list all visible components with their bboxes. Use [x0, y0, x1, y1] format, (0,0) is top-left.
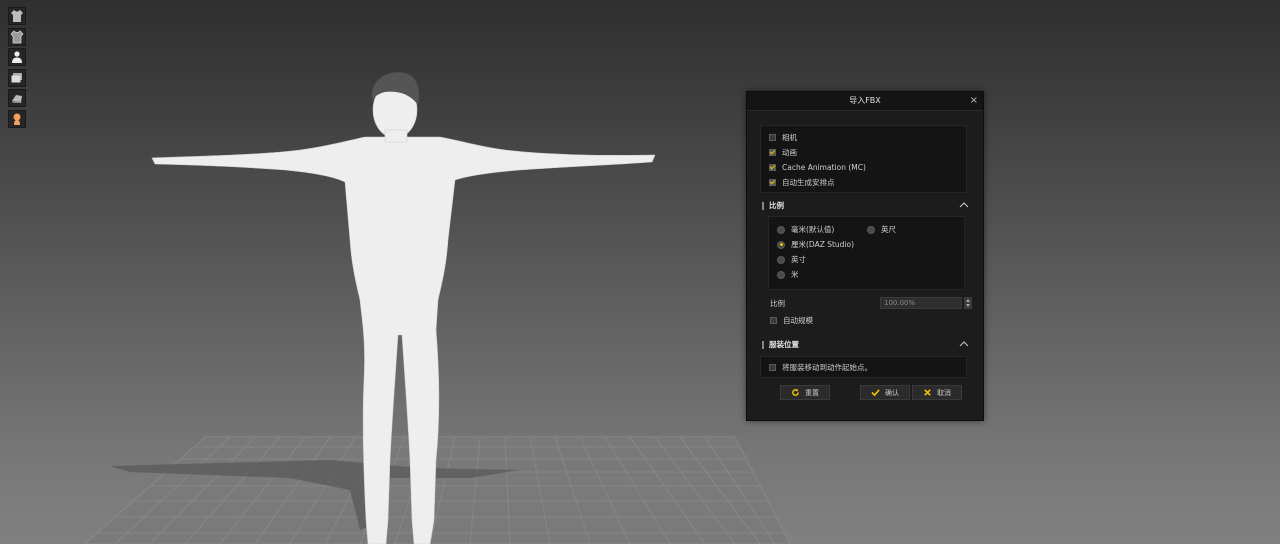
- scale-spinner[interactable]: [964, 297, 972, 309]
- 3d-viewport[interactable]: [0, 0, 1280, 544]
- unit-cm-option[interactable]: 厘米(DAZ Studio): [777, 237, 854, 252]
- floor-grid: [84, 436, 791, 544]
- scale-label: 比例: [770, 299, 785, 308]
- auto-scale-checkbox[interactable]: [770, 317, 777, 324]
- unit-mm-label: 毫米(默认值): [791, 225, 835, 234]
- left-toolbar: [8, 7, 26, 130]
- unit-m-option[interactable]: 米: [777, 267, 799, 282]
- dialog-title-bar: 导入FBX ×: [747, 92, 983, 111]
- shirt-outline-button[interactable]: [8, 27, 26, 46]
- unit-inch-label: 英寸: [791, 255, 806, 264]
- unit-inch-radio[interactable]: [777, 255, 785, 264]
- camera-label: 相机: [782, 133, 797, 142]
- garment-section-header[interactable]: 服装位置: [760, 336, 971, 352]
- scale-value-row: 比例: [760, 294, 975, 312]
- confirm-button[interactable]: 确认: [860, 385, 910, 400]
- scale-input[interactable]: [880, 297, 962, 309]
- unit-cm-radio[interactable]: [777, 240, 785, 249]
- fabric-icon: [12, 95, 22, 103]
- unit-mm-option[interactable]: 毫米(默认值): [777, 222, 834, 237]
- auto-arrangement-option[interactable]: 自动生成安排点: [769, 175, 966, 190]
- chevron-up-icon[interactable]: [959, 202, 969, 208]
- unit-feet-label: 英尺: [881, 225, 896, 234]
- unit-mm-radio[interactable]: [777, 225, 785, 234]
- spin-up-icon[interactable]: [966, 298, 970, 302]
- person-button[interactable]: [8, 48, 26, 66]
- scale-units-panel: 毫米(默认值) 英尺 厘米(DAZ Studio) 英寸 米: [768, 216, 965, 290]
- scale-section-title: 比例: [769, 200, 784, 210]
- cancel-label: 取消: [937, 388, 951, 397]
- layers-button[interactable]: [8, 68, 26, 87]
- avatar-icon: [13, 113, 21, 125]
- auto-arrangement-label: 自动生成安排点: [782, 178, 835, 187]
- reset-label: 重置: [805, 388, 819, 397]
- scale-section-header[interactable]: 比例: [760, 197, 971, 213]
- shirt-icon: [11, 10, 23, 22]
- unit-feet-radio[interactable]: [867, 225, 875, 234]
- x-icon: [924, 389, 931, 396]
- garment-panel: 将服装移动到动作起始点。: [760, 356, 967, 378]
- animation-label: 动画: [782, 148, 797, 157]
- cache-animation-label: Cache Animation (MC): [782, 163, 866, 172]
- refresh-icon: [792, 388, 799, 396]
- camera-option[interactable]: 相机: [769, 130, 966, 145]
- layers-icon: [11, 72, 22, 82]
- auto-scale-option[interactable]: 自动规模: [770, 313, 813, 328]
- move-garment-checkbox[interactable]: [769, 364, 776, 371]
- shirt-outline-icon: [10, 30, 24, 43]
- fabric-button[interactable]: [8, 89, 26, 107]
- animation-checkbox[interactable]: [769, 149, 776, 156]
- unit-cm-label: 厘米(DAZ Studio): [791, 240, 855, 249]
- spin-down-icon[interactable]: [966, 303, 970, 307]
- check-icon: [871, 389, 880, 397]
- cache-animation-checkbox[interactable]: [769, 164, 776, 171]
- move-garment-label: 将服装移动到动作起始点。: [782, 363, 872, 372]
- import-fbx-dialog: 导入FBX × 相机 动画 Cache Animation (MC) 自动生成安…: [746, 91, 984, 421]
- unit-feet-option[interactable]: 英尺: [867, 222, 896, 237]
- avatar-button[interactable]: [8, 109, 26, 128]
- person-icon: [12, 51, 22, 63]
- shirt-button[interactable]: [8, 7, 26, 25]
- reset-button[interactable]: 重置: [780, 385, 830, 400]
- import-options-panel: 相机 动画 Cache Animation (MC) 自动生成安排点: [760, 125, 967, 193]
- unit-m-label: 米: [791, 270, 799, 279]
- chevron-up-icon[interactable]: [959, 341, 969, 347]
- cache-animation-option[interactable]: Cache Animation (MC): [769, 160, 966, 175]
- move-garment-option[interactable]: 将服装移动到动作起始点。: [769, 360, 966, 375]
- close-icon[interactable]: ×: [970, 92, 978, 110]
- unit-inch-option[interactable]: 英寸: [777, 252, 806, 267]
- garment-section-title: 服装位置: [769, 339, 799, 349]
- camera-checkbox[interactable]: [769, 134, 776, 141]
- dialog-title: 导入FBX: [849, 96, 881, 105]
- animation-option[interactable]: 动画: [769, 145, 966, 160]
- auto-scale-label: 自动规模: [783, 316, 813, 325]
- auto-arrangement-checkbox[interactable]: [769, 179, 776, 186]
- cancel-button[interactable]: 取消: [912, 385, 962, 400]
- unit-m-radio[interactable]: [777, 270, 785, 279]
- confirm-label: 确认: [885, 388, 899, 397]
